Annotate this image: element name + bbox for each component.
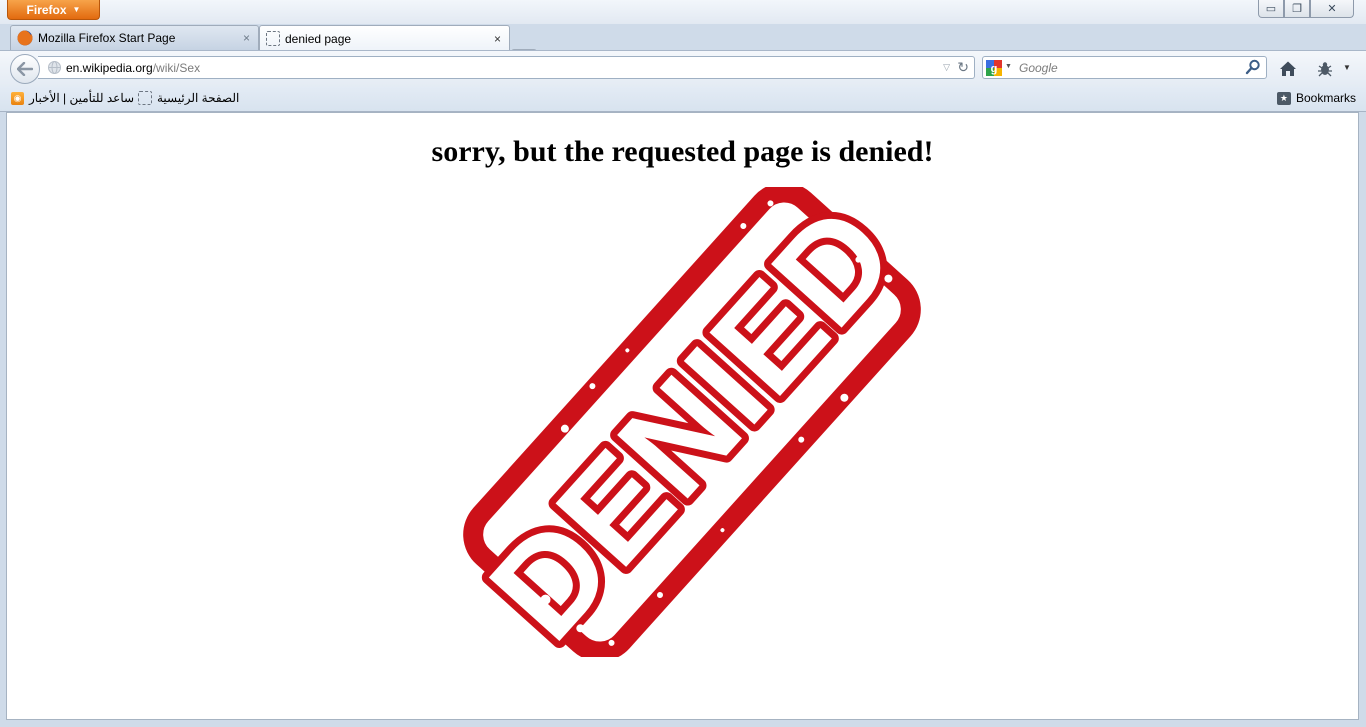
google-icon: g xyxy=(986,60,1002,76)
blank-page-icon xyxy=(138,91,152,105)
close-icon: ✕ xyxy=(1327,3,1337,15)
window-controls: ▭ ❐ ✕ xyxy=(1258,0,1354,19)
globe-icon xyxy=(48,61,61,74)
bookmarks-star-icon: ★ xyxy=(1276,91,1291,105)
search-input[interactable]: Google xyxy=(1019,61,1058,75)
stamp-text-inner: DENIED xyxy=(461,187,924,657)
bookmarks-toolbar: ◉ ساعد للتأمين | الأخبار الصفحة الرئيسية… xyxy=(0,87,1366,112)
minimize-button[interactable]: ▭ xyxy=(1258,0,1284,18)
search-engine-dropdown-icon[interactable]: ▼ xyxy=(1005,63,1012,70)
bookmark-item-news[interactable]: ◉ ساعد للتأمين | الأخبار xyxy=(11,91,134,105)
title-bar: Firefox ▼ ▭ ❐ ✕ xyxy=(0,0,1366,24)
rss-feed-icon: ◉ xyxy=(11,91,24,105)
blank-page-icon xyxy=(266,31,280,46)
firefox-logo-icon xyxy=(17,30,33,46)
navigation-toolbar: en.wikipedia.org/wiki/Sex ▽ ↻ g ▼ Google… xyxy=(0,50,1366,87)
search-bar[interactable]: g ▼ Google xyxy=(982,56,1267,79)
home-icon[interactable] xyxy=(1278,59,1298,79)
close-tab-icon[interactable]: × xyxy=(494,32,501,46)
bookmark-label: الصفحة الرئيسية xyxy=(157,91,240,105)
close-window-button[interactable]: ✕ xyxy=(1310,0,1354,18)
addon-bug-icon[interactable] xyxy=(1316,60,1334,78)
url-host: en.wikipedia.org xyxy=(66,61,153,75)
bookmark-item-home[interactable]: الصفحة الرئيسية xyxy=(138,91,239,105)
url-input[interactable]: en.wikipedia.org/wiki/Sex xyxy=(66,61,200,75)
reload-icon[interactable]: ↻ xyxy=(957,59,969,76)
bookmarks-menu-button[interactable]: ★ Bookmarks xyxy=(1276,91,1356,105)
restore-button[interactable]: ❐ xyxy=(1284,0,1310,18)
tab-label: denied page xyxy=(285,31,352,46)
tab-firefox-start-page[interactable]: Mozilla Firefox Start Page × xyxy=(10,25,259,50)
url-bar[interactable]: en.wikipedia.org/wiki/Sex ▽ ↻ xyxy=(38,56,975,79)
page-viewport: sorry, but the requested page is denied!… xyxy=(6,112,1359,720)
tab-strip: Mozilla Firefox Start Page × denied page… xyxy=(0,24,1366,71)
back-button[interactable] xyxy=(10,54,40,84)
window-bottom-frame xyxy=(0,720,1366,727)
minimize-icon: ▭ xyxy=(1265,3,1277,15)
denied-stamp-image: DENIED DENIED xyxy=(454,187,931,657)
firefox-menu-button[interactable]: Firefox ▼ xyxy=(7,0,100,20)
toolbar-menu-chevron-icon[interactable]: ▼ xyxy=(1343,63,1351,72)
history-dropdown-icon[interactable]: ▽ xyxy=(943,62,950,73)
bookmarks-label: Bookmarks xyxy=(1295,91,1356,105)
svg-text:g: g xyxy=(991,63,998,75)
back-arrow-icon xyxy=(17,62,33,76)
chevron-down-icon: ▼ xyxy=(72,5,81,14)
firefox-menu-label: Firefox xyxy=(26,2,67,17)
page-heading: sorry, but the requested page is denied! xyxy=(431,135,934,168)
tab-label: Mozilla Firefox Start Page xyxy=(38,31,176,45)
url-path: /wiki/Sex xyxy=(152,61,201,75)
tab-denied-page[interactable]: denied page × xyxy=(259,25,510,51)
close-tab-icon[interactable]: × xyxy=(243,31,250,45)
search-icon[interactable] xyxy=(1245,59,1261,76)
bookmark-label: ساعد للتأمين | الأخبار xyxy=(29,91,135,105)
restore-icon: ❐ xyxy=(1292,3,1302,15)
